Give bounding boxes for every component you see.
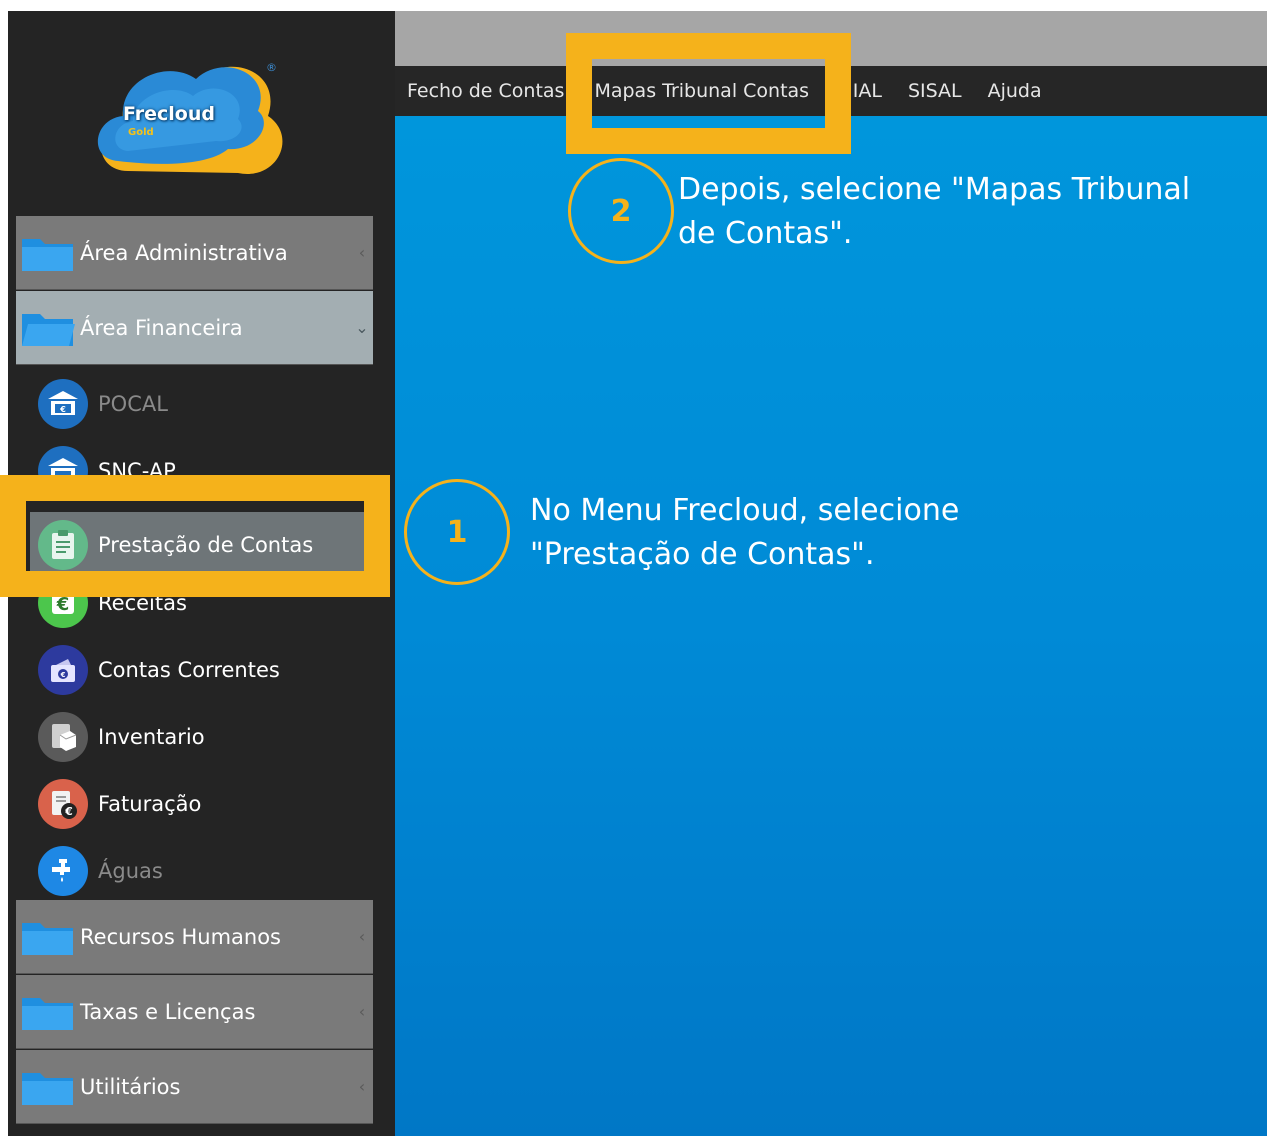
sidebar-item-label: Águas: [98, 859, 163, 883]
sidebar-area-taxas-e-licencas[interactable]: Taxas e Licenças ‹: [16, 975, 373, 1049]
sidebar-item-label: Faturação: [98, 792, 202, 816]
folder-icon: [20, 915, 76, 959]
highlight-box-menu: [566, 33, 851, 154]
chevron-left-icon: ‹: [358, 1002, 366, 1021]
menu-item-fecho-de-contas[interactable]: Fecho de Contas: [407, 80, 564, 102]
sidebar-area-label: Recursos Humanos: [80, 924, 281, 949]
sidebar-item-pocal[interactable]: € POCAL: [38, 378, 368, 430]
svg-text:€: €: [64, 805, 73, 818]
sidebar-area-financeira[interactable]: Área Financeira ⌄: [16, 291, 373, 365]
logo-sub-text: Gold: [128, 127, 154, 138]
folder-icon: [20, 990, 76, 1034]
highlight-box-sidebar: [0, 475, 390, 597]
sidebar-area-administrativa[interactable]: Área Administrativa ‹: [16, 216, 373, 290]
sidebar-item-label: POCAL: [98, 392, 168, 416]
frecloud-logo[interactable]: Frecloud Gold ®: [88, 41, 288, 191]
sidebar-area-label: Área Administrativa: [80, 240, 288, 265]
step-2-note: Depois, selecione "Mapas Tribunal de Con…: [678, 168, 1190, 256]
registered-mark: ®: [266, 61, 277, 74]
menu-item-ajuda[interactable]: Ajuda: [988, 80, 1042, 102]
step-1-note: No Menu Frecloud, selecione "Prestação d…: [530, 489, 959, 577]
water-tap-icon: [38, 846, 88, 896]
svg-text:€: €: [56, 594, 70, 615]
bank-icon: €: [38, 379, 88, 429]
svg-text:€: €: [59, 405, 66, 414]
sidebar-item-label: Contas Correntes: [98, 658, 280, 682]
logo-brand-text: Frecloud: [123, 103, 215, 125]
sidebar-item-aguas[interactable]: Águas: [38, 845, 368, 897]
chevron-left-icon: ‹: [358, 243, 366, 262]
note-line: "Prestação de Contas".: [530, 537, 875, 572]
chevron-left-icon: ‹: [358, 927, 366, 946]
sidebar-area-utilitarios[interactable]: Utilitários ‹: [16, 1050, 373, 1124]
step-1-badge: 1: [404, 479, 510, 585]
sidebar-area-recursos-humanos[interactable]: Recursos Humanos ‹: [16, 900, 373, 974]
folder-open-icon: [20, 306, 76, 350]
note-line: No Menu Frecloud, selecione: [530, 493, 960, 528]
note-line: Depois, selecione "Mapas Tribunal: [678, 172, 1191, 207]
step-2-badge: 2: [568, 158, 674, 264]
chevron-down-icon: ⌄: [355, 318, 369, 337]
wallet-icon: €: [38, 645, 88, 695]
svg-text:€: €: [60, 671, 66, 679]
sidebar-item-faturacao[interactable]: € Faturação: [38, 778, 368, 830]
main-content: [395, 116, 1267, 1136]
menu-item-sisal[interactable]: SISAL: [908, 80, 962, 102]
invoice-icon: €: [38, 779, 88, 829]
step-number: 2: [610, 193, 632, 229]
chevron-left-icon: ‹: [358, 1077, 366, 1096]
inventory-icon: [38, 712, 88, 762]
step-number: 1: [446, 514, 468, 550]
sidebar-item-label: Inventario: [98, 725, 205, 749]
sidebar-area-label: Área Financeira: [80, 315, 243, 340]
folder-icon: [20, 231, 76, 275]
sidebar-area-label: Taxas e Licenças: [80, 999, 256, 1024]
note-line: de Contas".: [678, 216, 853, 251]
folder-icon: [20, 1065, 76, 1109]
sidebar-area-label: Utilitários: [80, 1074, 181, 1099]
sidebar-item-inventario[interactable]: Inventario: [38, 711, 368, 763]
sidebar-item-contas-correntes[interactable]: € Contas Correntes: [38, 644, 368, 696]
